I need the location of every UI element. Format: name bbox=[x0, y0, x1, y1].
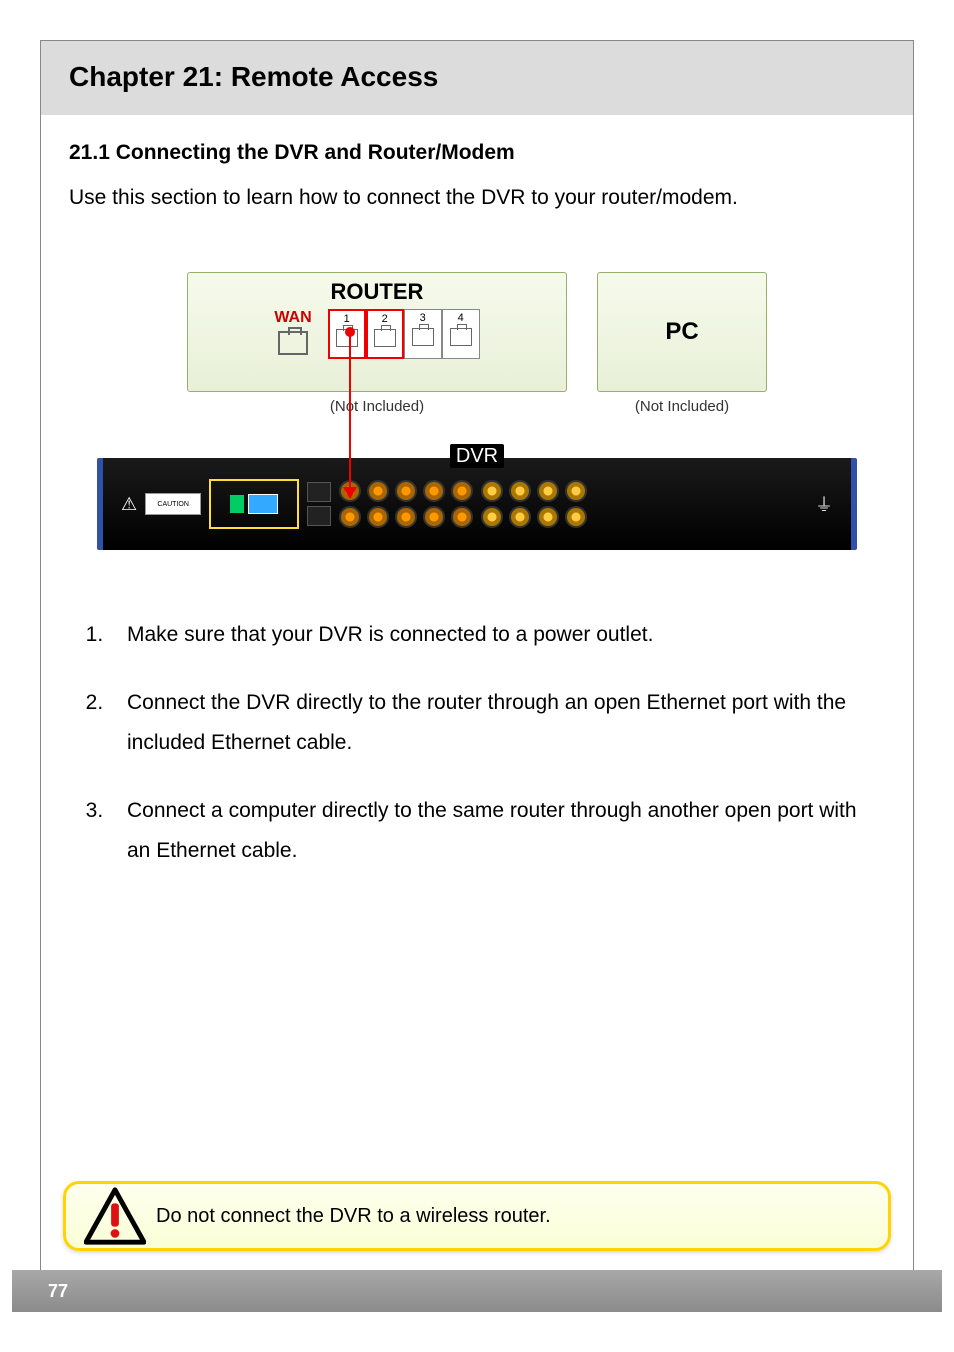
footer-bar: 77 bbox=[12, 1270, 942, 1312]
step-1: Make sure that your DVR is connected to … bbox=[109, 615, 865, 655]
pc-box: PC bbox=[597, 272, 767, 392]
lan-port-3: 3 bbox=[404, 309, 442, 359]
router-box: ROUTER WAN 1 2 3 4 bbox=[187, 272, 567, 392]
router-label: ROUTER bbox=[202, 279, 552, 305]
wan-label: WAN bbox=[274, 309, 311, 327]
warning-note: Do not connect the DVR to a wireless rou… bbox=[63, 1181, 891, 1251]
connection-diagram: ROUTER WAN 1 2 3 4 bbox=[69, 272, 885, 555]
lan-port-2: 2 bbox=[366, 309, 404, 359]
chapter-bar: Chapter 21: Remote Access bbox=[41, 41, 913, 115]
caution-sticker: CAUTION bbox=[145, 493, 201, 515]
step-3: Connect a computer directly to the same … bbox=[109, 791, 865, 871]
warning-triangle-icon: ⚠ bbox=[121, 494, 137, 515]
pc-label: PC bbox=[665, 318, 698, 346]
steps-list: Make sure that your DVR is connected to … bbox=[109, 615, 865, 870]
exclamation-triangle-icon bbox=[84, 1187, 146, 1245]
section-title: 21.1 Connecting the DVR and Router/Modem bbox=[69, 141, 885, 165]
usb-video-out bbox=[307, 482, 331, 526]
page-frame: Chapter 21: Remote Access 21.1 Connectin… bbox=[40, 40, 914, 1312]
audio-in-group bbox=[481, 480, 587, 528]
vga-port-icon bbox=[248, 494, 278, 514]
warning-text: Do not connect the DVR to a wireless rou… bbox=[156, 1202, 551, 1230]
wan-port: WAN bbox=[274, 309, 311, 355]
page-number: 77 bbox=[48, 1281, 68, 1302]
hdmi-port-icon bbox=[230, 495, 244, 513]
dvr-label: DVR bbox=[97, 445, 857, 468]
lan-port-4: 4 bbox=[442, 309, 480, 359]
pc-not-included: (Not Included) bbox=[635, 398, 729, 415]
dvr-back-panel: ⚠ CAUTION bbox=[97, 458, 857, 550]
ground-icon: ⏚ bbox=[815, 491, 833, 517]
step-2: Connect the DVR directly to the router t… bbox=[109, 683, 865, 763]
hdmi-vga-group bbox=[209, 479, 299, 529]
ethernet-arrow-icon bbox=[349, 329, 351, 497]
intro-paragraph: Use this section to learn how to connect… bbox=[69, 183, 885, 212]
chapter-title: Chapter 21: Remote Access bbox=[69, 61, 885, 93]
router-not-included: (Not Included) bbox=[330, 398, 424, 415]
video-in-group bbox=[339, 480, 473, 528]
